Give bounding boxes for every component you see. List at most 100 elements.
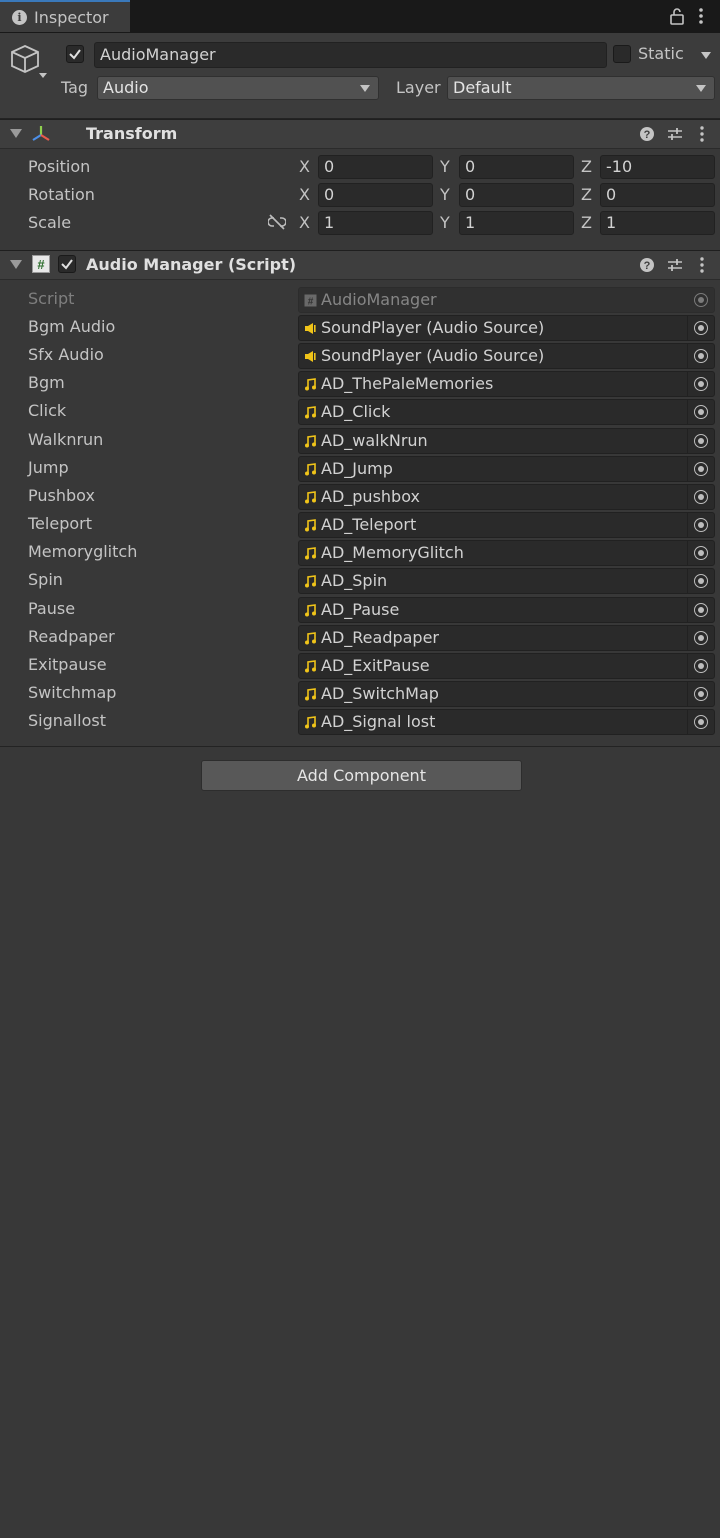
rotation-y-field[interactable]: 0 xyxy=(459,183,574,207)
object-picker-icon[interactable] xyxy=(687,569,714,593)
teleport-object-field[interactable]: AD_Teleport xyxy=(298,512,715,538)
music-note-icon xyxy=(305,604,316,617)
readpaper-object-field[interactable]: AD_Readpaper xyxy=(298,625,715,651)
lock-icon[interactable] xyxy=(668,7,686,25)
walknrun-object-field[interactable]: AD_walkNrun xyxy=(298,428,715,454)
bgm-audio-label: Bgm Audio xyxy=(28,317,116,336)
static-checkbox[interactable] xyxy=(613,45,631,63)
tab-bar: i Inspector xyxy=(0,0,720,33)
divider xyxy=(0,746,720,747)
svg-text:?: ? xyxy=(644,129,651,141)
scale-y-field[interactable]: 1 xyxy=(459,211,574,235)
readpaper-label: Readpaper xyxy=(28,627,115,646)
object-picker-icon[interactable] xyxy=(687,485,714,509)
gameobject-cube-icon[interactable] xyxy=(9,42,49,82)
object-field-value: AD_Readpaper xyxy=(321,628,440,647)
music-note-icon xyxy=(305,660,316,673)
csharp-script-icon: # xyxy=(32,255,50,273)
object-picker-icon[interactable] xyxy=(687,541,714,565)
sfx-audio-object-field[interactable]: SoundPlayer (Audio Source) xyxy=(298,343,715,369)
position-x-field[interactable]: 0 xyxy=(318,155,433,179)
object-picker-icon[interactable] xyxy=(687,513,714,537)
object-field-value: AD_Click xyxy=(321,402,391,421)
static-label: Static xyxy=(638,44,684,63)
layer-value: Default xyxy=(453,78,512,97)
position-y-field[interactable]: 0 xyxy=(459,155,574,179)
axis-x-label: X xyxy=(299,213,310,232)
rotation-x-field[interactable]: 0 xyxy=(318,183,433,207)
spin-label: Spin xyxy=(28,570,63,589)
csharp-script-icon: # xyxy=(304,294,317,307)
pushbox-object-field[interactable]: AD_pushbox xyxy=(298,484,715,510)
help-icon[interactable]: ? xyxy=(639,126,655,142)
object-field-value: AD_walkNrun xyxy=(321,431,428,450)
audio-manager-enabled-checkbox[interactable] xyxy=(58,255,76,273)
spin-object-field[interactable]: AD_Spin xyxy=(298,568,715,594)
layer-dropdown[interactable]: Default xyxy=(447,76,715,100)
tab-inspector[interactable]: i Inspector xyxy=(0,0,130,32)
kebab-menu-icon[interactable] xyxy=(697,125,707,143)
help-icon[interactable]: ? xyxy=(639,257,655,273)
object-field-value: SoundPlayer (Audio Source) xyxy=(321,346,545,365)
svg-text:#: # xyxy=(308,297,314,308)
music-note-icon xyxy=(305,547,316,560)
object-picker-icon[interactable] xyxy=(687,710,714,734)
presets-sliders-icon[interactable] xyxy=(667,257,683,273)
kebab-menu-icon[interactable] xyxy=(695,6,707,26)
bgm-object-field[interactable]: AD_ThePaleMemories xyxy=(298,371,715,397)
gameobject-active-checkbox[interactable] xyxy=(66,45,84,63)
scale-x-field[interactable]: 1 xyxy=(318,211,433,235)
script-value: AudioManager xyxy=(321,290,437,309)
object-field-value: AD_ThePaleMemories xyxy=(321,374,494,393)
music-note-icon xyxy=(305,688,316,701)
object-picker-icon[interactable] xyxy=(687,626,714,650)
jump-object-field[interactable]: AD_Jump xyxy=(298,456,715,482)
object-picker-icon[interactable] xyxy=(687,316,714,340)
tag-label: Tag xyxy=(61,78,89,97)
add-component-button[interactable]: Add Component xyxy=(201,760,522,791)
click-object-field[interactable]: AD_Click xyxy=(298,399,715,425)
switchmap-object-field[interactable]: AD_SwitchMap xyxy=(298,681,715,707)
sfx-audio-label: Sfx Audio xyxy=(28,345,104,364)
object-picker-icon[interactable] xyxy=(687,654,714,678)
axis-y-label: Y xyxy=(440,213,450,232)
tag-dropdown[interactable]: Audio xyxy=(97,76,379,100)
checkmark-icon xyxy=(69,49,81,60)
speaker-icon xyxy=(305,323,316,334)
exitpause-object-field[interactable]: AD_ExitPause xyxy=(298,653,715,679)
signallost-object-field[interactable]: AD_Signal lost xyxy=(298,709,715,735)
foldout-arrow-icon[interactable] xyxy=(10,260,22,269)
object-picker-icon[interactable] xyxy=(687,400,714,424)
bgm-audio-object-field[interactable]: SoundPlayer (Audio Source) xyxy=(298,315,715,341)
script-label: Script xyxy=(28,289,75,308)
object-picker-icon[interactable] xyxy=(687,598,714,622)
foldout-arrow-icon[interactable] xyxy=(10,129,22,138)
constrain-proportions-icon[interactable] xyxy=(268,214,286,230)
static-dropdown-arrow-icon[interactable] xyxy=(701,52,711,59)
presets-sliders-icon[interactable] xyxy=(667,126,683,142)
object-picker-icon[interactable] xyxy=(687,429,714,453)
audio-manager-title: Audio Manager (Script) xyxy=(86,255,297,274)
jump-label: Jump xyxy=(28,458,69,477)
object-field-value: AD_Signal lost xyxy=(321,712,436,731)
object-picker-icon[interactable] xyxy=(687,344,714,368)
axis-x-label: X xyxy=(299,157,310,176)
rotation-z-field[interactable]: 0 xyxy=(600,183,715,207)
layer-label: Layer xyxy=(396,78,441,97)
position-z-field[interactable]: -10 xyxy=(600,155,715,179)
object-picker-icon[interactable] xyxy=(687,682,714,706)
axis-z-label: Z xyxy=(581,157,592,176)
object-field-value: AD_Jump xyxy=(321,459,393,478)
chevron-down-icon xyxy=(696,85,706,92)
pause-object-field[interactable]: AD_Pause xyxy=(298,597,715,623)
scale-label: Scale xyxy=(28,213,72,232)
kebab-menu-icon[interactable] xyxy=(697,256,707,274)
scale-z-field[interactable]: 1 xyxy=(600,211,715,235)
object-field-value: AD_ExitPause xyxy=(321,656,430,675)
object-picker-icon[interactable] xyxy=(687,372,714,396)
object-picker-icon[interactable] xyxy=(687,457,714,481)
axis-y-label: Y xyxy=(440,185,450,204)
memoryglitch-object-field[interactable]: AD_MemoryGlitch xyxy=(298,540,715,566)
memoryglitch-label: Memoryglitch xyxy=(28,542,138,561)
gameobject-name-field[interactable]: AudioManager xyxy=(94,42,607,68)
